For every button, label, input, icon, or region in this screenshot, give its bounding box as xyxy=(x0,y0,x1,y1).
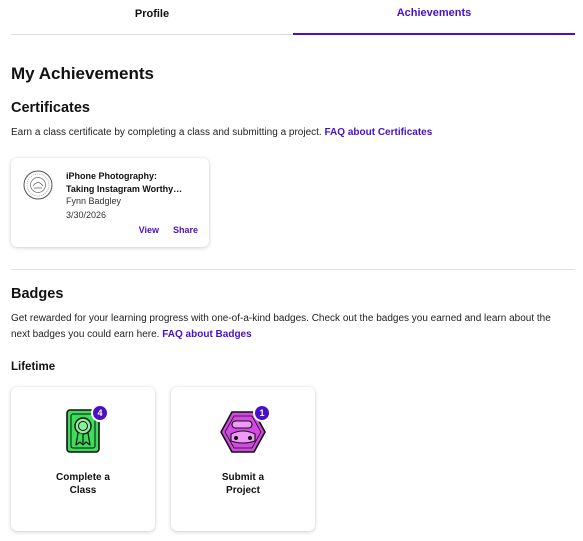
badge-count: 4 xyxy=(91,404,109,422)
faq-certificates-link[interactable]: FAQ about Certificates xyxy=(324,127,432,138)
certificate-card: iPhone Photography: Taking Instagram Wor… xyxy=(11,158,209,247)
badge-label: Complete a Class xyxy=(56,472,110,496)
lifetime-heading: Lifetime xyxy=(11,361,56,373)
badge-card-submit-project[interactable]: 1 Submit a Project xyxy=(171,387,315,531)
achievements-page: Profile Achievements My Achievements Cer… xyxy=(0,0,583,541)
page-title: My Achievements xyxy=(11,64,154,83)
certificate-title: iPhone Photography: Taking Instagram Wor… xyxy=(66,170,201,196)
badges-heading: Badges xyxy=(11,286,64,302)
section-divider xyxy=(11,269,575,270)
certificate-title-line2: Taking Instagram Worthy… xyxy=(66,184,183,194)
certificate-author: Fynn Badgley xyxy=(66,196,122,206)
faq-badges-link[interactable]: FAQ about Badges xyxy=(162,329,251,340)
certificate-actions: View Share xyxy=(139,225,198,235)
certificates-description-text: Earn a class certificate by completing a… xyxy=(11,127,322,138)
badge-count: 1 xyxy=(253,404,271,422)
tab-achievements[interactable]: Achievements xyxy=(293,0,575,35)
certificates-description: Earn a class certificate by completing a… xyxy=(11,125,571,141)
tab-profile[interactable]: Profile xyxy=(11,0,293,34)
badges-description-text: Get rewarded for your learning progress … xyxy=(11,313,551,340)
badge-label: Submit a Project xyxy=(221,472,265,496)
badge-card-complete-class[interactable]: 4 Complete a Class xyxy=(11,387,155,531)
certificate-view-link[interactable]: View xyxy=(139,225,159,235)
badges-description: Get rewarded for your learning progress … xyxy=(11,311,566,343)
certificate-share-link[interactable]: Share xyxy=(173,225,198,235)
certificates-heading: Certificates xyxy=(11,100,90,116)
certificate-date: 3/30/2026 xyxy=(66,210,107,220)
certificate-seal-icon xyxy=(23,170,53,200)
certificate-title-line1: iPhone Photography: xyxy=(66,171,157,181)
tab-bar: Profile Achievements xyxy=(11,0,575,35)
